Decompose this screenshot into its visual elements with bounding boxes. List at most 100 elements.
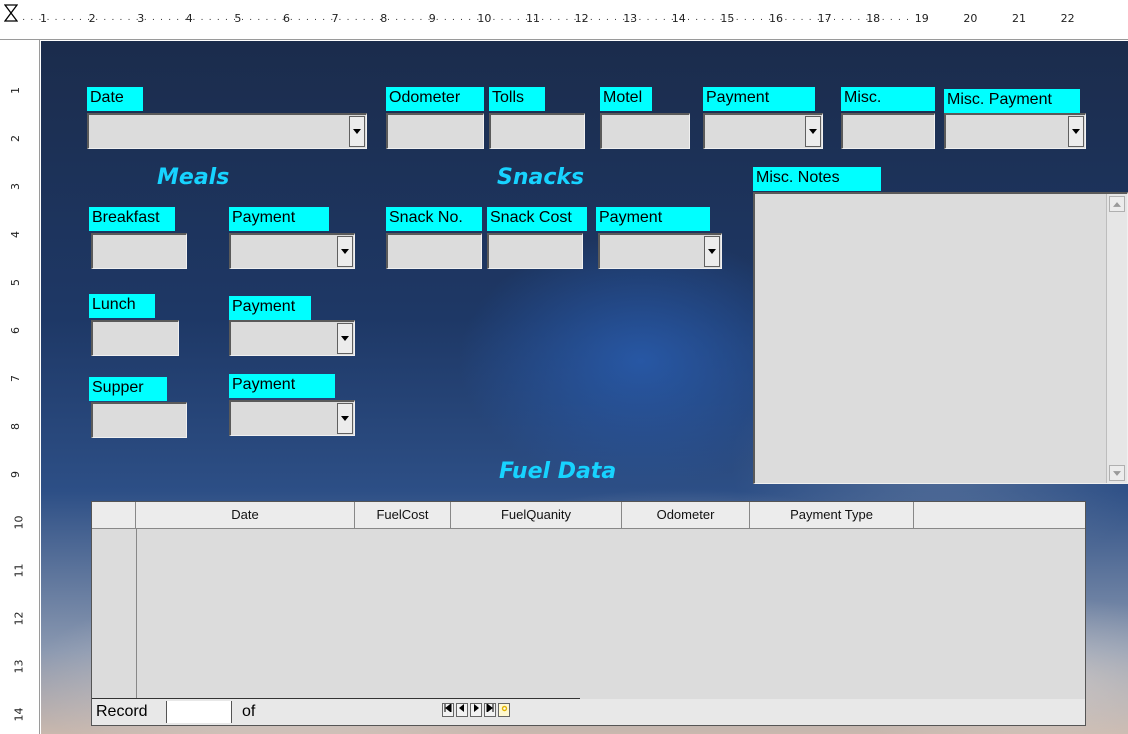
fuel-data-heading: Fuel Data <box>499 459 617 484</box>
ruler-number: 16 <box>769 12 783 25</box>
ruler-number: 13 <box>12 659 26 674</box>
lunch-payment-combobox[interactable] <box>229 320 355 356</box>
ruler-number: 9 <box>9 471 22 478</box>
arrow-up-icon <box>1113 201 1121 207</box>
odometer-label: Odometer <box>386 87 484 111</box>
first-record-icon <box>444 702 452 714</box>
previous-record-icon <box>459 704 464 712</box>
notes-scrollbar[interactable] <box>1106 194 1127 483</box>
motel-field[interactable] <box>600 113 690 149</box>
misc-notes-textarea[interactable] <box>753 192 1128 484</box>
payment-combobox[interactable] <box>703 113 823 149</box>
ruler-number: 20 <box>963 12 978 25</box>
tolls-label: Tolls <box>489 87 545 111</box>
column-header-fuelquanity[interactable]: FuelQuanity <box>451 502 622 528</box>
ruler-number: 9 <box>428 12 436 25</box>
chevron-down-icon[interactable] <box>337 403 353 434</box>
chevron-down-icon[interactable] <box>704 236 720 267</box>
ruler-number: 12 <box>12 611 26 626</box>
ruler-number: 1 <box>40 12 47 25</box>
column-header-date[interactable]: Date <box>136 502 355 528</box>
breakfast-payment-label: Payment <box>229 207 329 231</box>
chevron-down-icon[interactable] <box>805 116 821 147</box>
arrow-down-icon <box>1113 470 1121 476</box>
ruler-number: 13 <box>623 12 638 25</box>
column-header-fuelcost[interactable]: FuelCost <box>355 502 451 528</box>
ruler-number: 7 <box>9 375 22 382</box>
record-number-input[interactable] <box>166 701 232 723</box>
new-record-star-icon <box>501 705 507 712</box>
misc-field[interactable] <box>841 113 935 149</box>
supper-field[interactable] <box>91 402 187 438</box>
snack-no-field[interactable] <box>386 233 482 269</box>
snack-cost-field[interactable] <box>487 233 583 269</box>
breakfast-field[interactable] <box>91 233 187 269</box>
previous-record-button[interactable] <box>456 703 468 717</box>
chevron-down-icon[interactable] <box>1068 116 1084 147</box>
ruler-number: 14 <box>671 12 686 25</box>
ruler-number: 18 <box>866 12 881 25</box>
breakfast-label: Breakfast <box>89 207 175 231</box>
ruler-number: 6 <box>9 327 22 334</box>
supper-label: Supper <box>89 377 167 401</box>
form-canvas: Date Odometer Tolls Motel Payment Misc. … <box>41 41 1128 734</box>
misc-payment-combobox[interactable] <box>944 113 1086 149</box>
ruler-number: 17 <box>817 12 832 25</box>
scroll-up-icon[interactable] <box>1109 196 1125 212</box>
tolls-field[interactable] <box>489 113 585 149</box>
chevron-down-icon[interactable] <box>337 236 353 267</box>
supper-payment-combobox[interactable] <box>229 400 355 436</box>
fuel-data-table[interactable]: Date FuelCost FuelQuanity Odometer Payme… <box>91 501 1086 726</box>
ruler-number: 5 <box>234 12 242 25</box>
ruler-number: 19 <box>914 12 929 25</box>
new-record-button[interactable] <box>498 703 510 717</box>
ruler-origin-icon <box>4 4 18 22</box>
last-record-button[interactable] <box>484 702 496 717</box>
ruler-number: 22 <box>1060 12 1075 25</box>
lunch-field[interactable] <box>91 320 179 356</box>
chevron-down-icon[interactable] <box>349 116 365 147</box>
ruler-number: 7 <box>331 12 339 25</box>
ruler-number: 2 <box>88 12 96 25</box>
next-record-button[interactable] <box>470 703 482 717</box>
navbar-divider <box>92 698 580 699</box>
date-label: Date <box>87 87 143 111</box>
ruler-number: 3 <box>137 12 145 25</box>
snacks-heading: Snacks <box>497 165 585 190</box>
ruler-number: 4 <box>9 231 22 238</box>
ruler-number: 2 <box>9 135 22 142</box>
ruler-number: 4 <box>185 12 193 25</box>
horizontal-ruler: · · · · · · · · · · · · · · · · · · · · … <box>0 0 1128 40</box>
ruler-number: 12 <box>574 12 589 25</box>
date-combobox[interactable] <box>87 113 367 149</box>
ruler-number: 11 <box>526 12 540 25</box>
meals-heading: Meals <box>157 165 230 190</box>
snack-payment-label: Payment <box>596 207 710 231</box>
next-record-icon <box>474 704 479 712</box>
ruler-number: 11 <box>12 563 26 578</box>
snack-payment-combobox[interactable] <box>598 233 722 269</box>
payment-label: Payment <box>703 87 815 111</box>
ruler-number: 8 <box>380 12 388 25</box>
ruler-number: 21 <box>1012 12 1026 25</box>
ruler-number: 10 <box>477 12 492 25</box>
column-header-odometer[interactable]: Odometer <box>622 502 750 528</box>
misc-payment-label: Misc. Payment <box>944 89 1080 113</box>
ruler-number: 3 <box>9 183 22 190</box>
ruler-number: 14 <box>12 707 26 722</box>
scroll-down-icon[interactable] <box>1109 465 1125 481</box>
breakfast-payment-combobox[interactable] <box>229 233 355 269</box>
record-navigation-bar: Record of <box>92 698 1085 725</box>
ruler-number: 8 <box>9 423 22 430</box>
column-header-payment-type[interactable]: Payment Type <box>750 502 914 528</box>
ruler-number: 5 <box>9 279 22 286</box>
first-record-button[interactable] <box>442 702 454 717</box>
snack-cost-label: Snack Cost <box>487 207 587 231</box>
row-header-column <box>92 528 137 699</box>
table-header: Date FuelCost FuelQuanity Odometer Payme… <box>92 502 1085 529</box>
odometer-field[interactable] <box>386 113 484 149</box>
snack-no-label: Snack No. <box>386 207 482 231</box>
lunch-payment-label: Payment <box>229 296 311 320</box>
chevron-down-icon[interactable] <box>337 323 353 354</box>
row-header-corner <box>92 502 136 528</box>
